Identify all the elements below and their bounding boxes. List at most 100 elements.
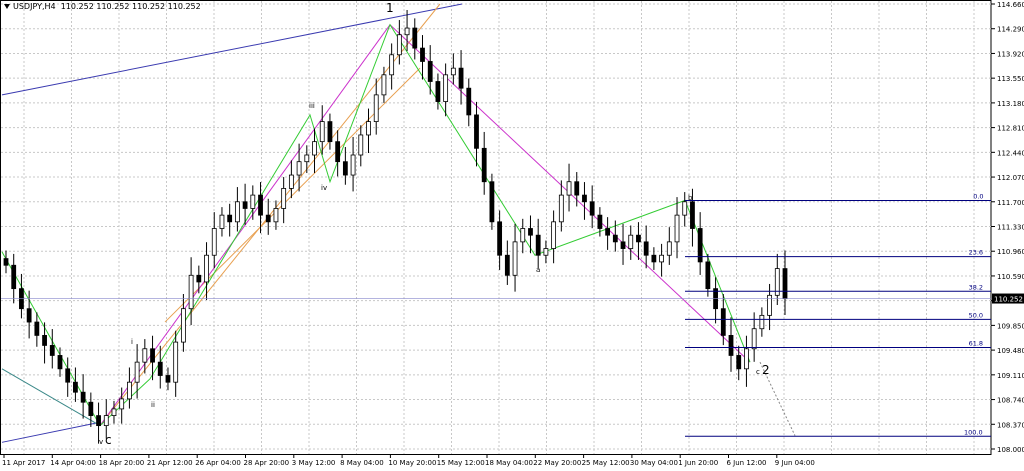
y-tick-label: 112.440 xyxy=(997,149,1024,157)
chart-canvas[interactable]: 114.660 114.290 113.920 113.550 113.180 112.8… xyxy=(0,0,1024,471)
candle-body xyxy=(350,154,356,176)
candle-body xyxy=(782,268,788,300)
candle-body xyxy=(620,241,626,249)
y-tick-label: 108.740 xyxy=(997,397,1024,405)
candle-body xyxy=(528,228,533,236)
candle-body xyxy=(219,214,225,229)
x-tick-label: 26 Apr 04:00 xyxy=(195,459,241,467)
y-tick-label: 112.070 xyxy=(997,174,1024,182)
candle-body xyxy=(427,61,433,82)
candle-body xyxy=(296,161,302,176)
candle-body xyxy=(690,201,695,229)
candle-body xyxy=(288,174,294,189)
x-tick-label: 3 May 12:00 xyxy=(292,459,336,467)
candle-body xyxy=(57,355,63,370)
candle-body xyxy=(134,361,140,383)
candle-body xyxy=(165,375,171,383)
candle-body xyxy=(265,214,271,223)
x-tick-label: 9 Jun 04:00 xyxy=(775,459,815,467)
wave-label: c xyxy=(105,433,112,447)
x-tick-label: 6 Jun 12:00 xyxy=(727,459,767,467)
wave-label: c xyxy=(756,368,760,376)
candle-body xyxy=(504,254,510,276)
fib-level-label: 38.2 xyxy=(969,283,983,291)
wave-label: b xyxy=(688,194,693,202)
candle-body xyxy=(443,74,449,102)
candle-body xyxy=(751,328,757,350)
candle-body xyxy=(682,201,688,216)
x-tick-label: 30 May 04:00 xyxy=(630,459,678,467)
fib-level-label: 23.6 xyxy=(969,249,983,257)
candle-body xyxy=(73,381,78,393)
candle-body xyxy=(250,194,256,209)
candle-body xyxy=(80,391,86,403)
x-tick-label: 18 May 04:00 xyxy=(485,459,533,467)
candle-body xyxy=(304,154,310,163)
x-tick-label: 18 Apr 20:00 xyxy=(99,459,145,467)
candle-body xyxy=(173,341,179,383)
candle-body xyxy=(574,181,580,196)
x-tick-label: 21 Apr 12:00 xyxy=(147,459,193,467)
x-tick-label: 25 May 12:00 xyxy=(582,459,630,467)
candle-body xyxy=(759,314,765,330)
y-tick-label: 108.000 xyxy=(997,446,1024,454)
candle-body xyxy=(643,241,649,256)
candle-body xyxy=(335,141,341,163)
candle-body xyxy=(26,308,32,323)
candle-body xyxy=(373,94,379,122)
candle-body xyxy=(435,81,441,102)
candle-body xyxy=(582,194,587,203)
wave-label: iii xyxy=(309,102,315,110)
candle-body xyxy=(728,335,734,356)
x-tick-label: 15 May 12:00 xyxy=(437,459,485,467)
candle-body xyxy=(142,348,148,363)
candle-body xyxy=(366,121,371,136)
plot-area[interactable] xyxy=(0,0,992,455)
candle-body xyxy=(319,121,325,143)
candle-body xyxy=(327,121,333,143)
candle-body xyxy=(150,348,155,363)
candle-body xyxy=(65,368,71,383)
candle-body xyxy=(227,214,233,223)
candle-body xyxy=(412,27,418,49)
symbol-label: USDJPY,H4 xyxy=(13,2,56,11)
y-tick-label: 113.920 xyxy=(997,50,1024,58)
candle-body xyxy=(674,214,680,243)
candle-body xyxy=(196,274,202,283)
candle-body xyxy=(636,234,641,243)
x-tick-label: 14 Apr 04:00 xyxy=(50,459,96,467)
candle-body xyxy=(420,47,425,62)
y-tick-label: 111.330 xyxy=(997,224,1024,232)
candle-body xyxy=(744,348,749,370)
candle-body xyxy=(342,161,348,176)
y-tick-label: 109.110 xyxy=(997,372,1024,380)
x-tick-label: 10 May 20:00 xyxy=(388,459,436,467)
wave-label: 1 xyxy=(386,1,394,15)
candle-body xyxy=(88,401,94,416)
candle-body xyxy=(312,141,317,156)
candle-body xyxy=(42,335,47,346)
chart-window[interactable]: 114.660 114.290 113.920 113.550 113.180 112.8… xyxy=(0,0,1024,471)
y-tick-label: 111.700 xyxy=(997,199,1024,207)
candle-body xyxy=(396,34,402,56)
x-tick-label: 28 Apr 20:00 xyxy=(244,459,290,467)
candle-body xyxy=(103,415,109,427)
fib-level-label: 100.0 xyxy=(964,428,983,436)
candle-body xyxy=(558,194,564,223)
current-price-label: 110.252 xyxy=(994,296,1023,304)
y-tick-label: 113.180 xyxy=(997,100,1024,108)
candle-body xyxy=(281,188,287,209)
candle-body xyxy=(566,181,572,196)
fib-level-label: 61.8 xyxy=(969,339,983,347)
candle-body xyxy=(628,234,634,249)
candle-body xyxy=(358,134,364,156)
wave-label: 2 xyxy=(762,363,770,377)
candle-body xyxy=(180,308,186,343)
y-tick-label: 110.960 xyxy=(997,248,1024,256)
wave-label: iv xyxy=(321,184,327,192)
candle-body xyxy=(659,254,664,263)
candle-body xyxy=(597,214,603,229)
candle-body xyxy=(651,254,657,263)
chevron-down-icon[interactable] xyxy=(4,4,10,9)
fib-level-label: 0.0 xyxy=(973,192,983,200)
